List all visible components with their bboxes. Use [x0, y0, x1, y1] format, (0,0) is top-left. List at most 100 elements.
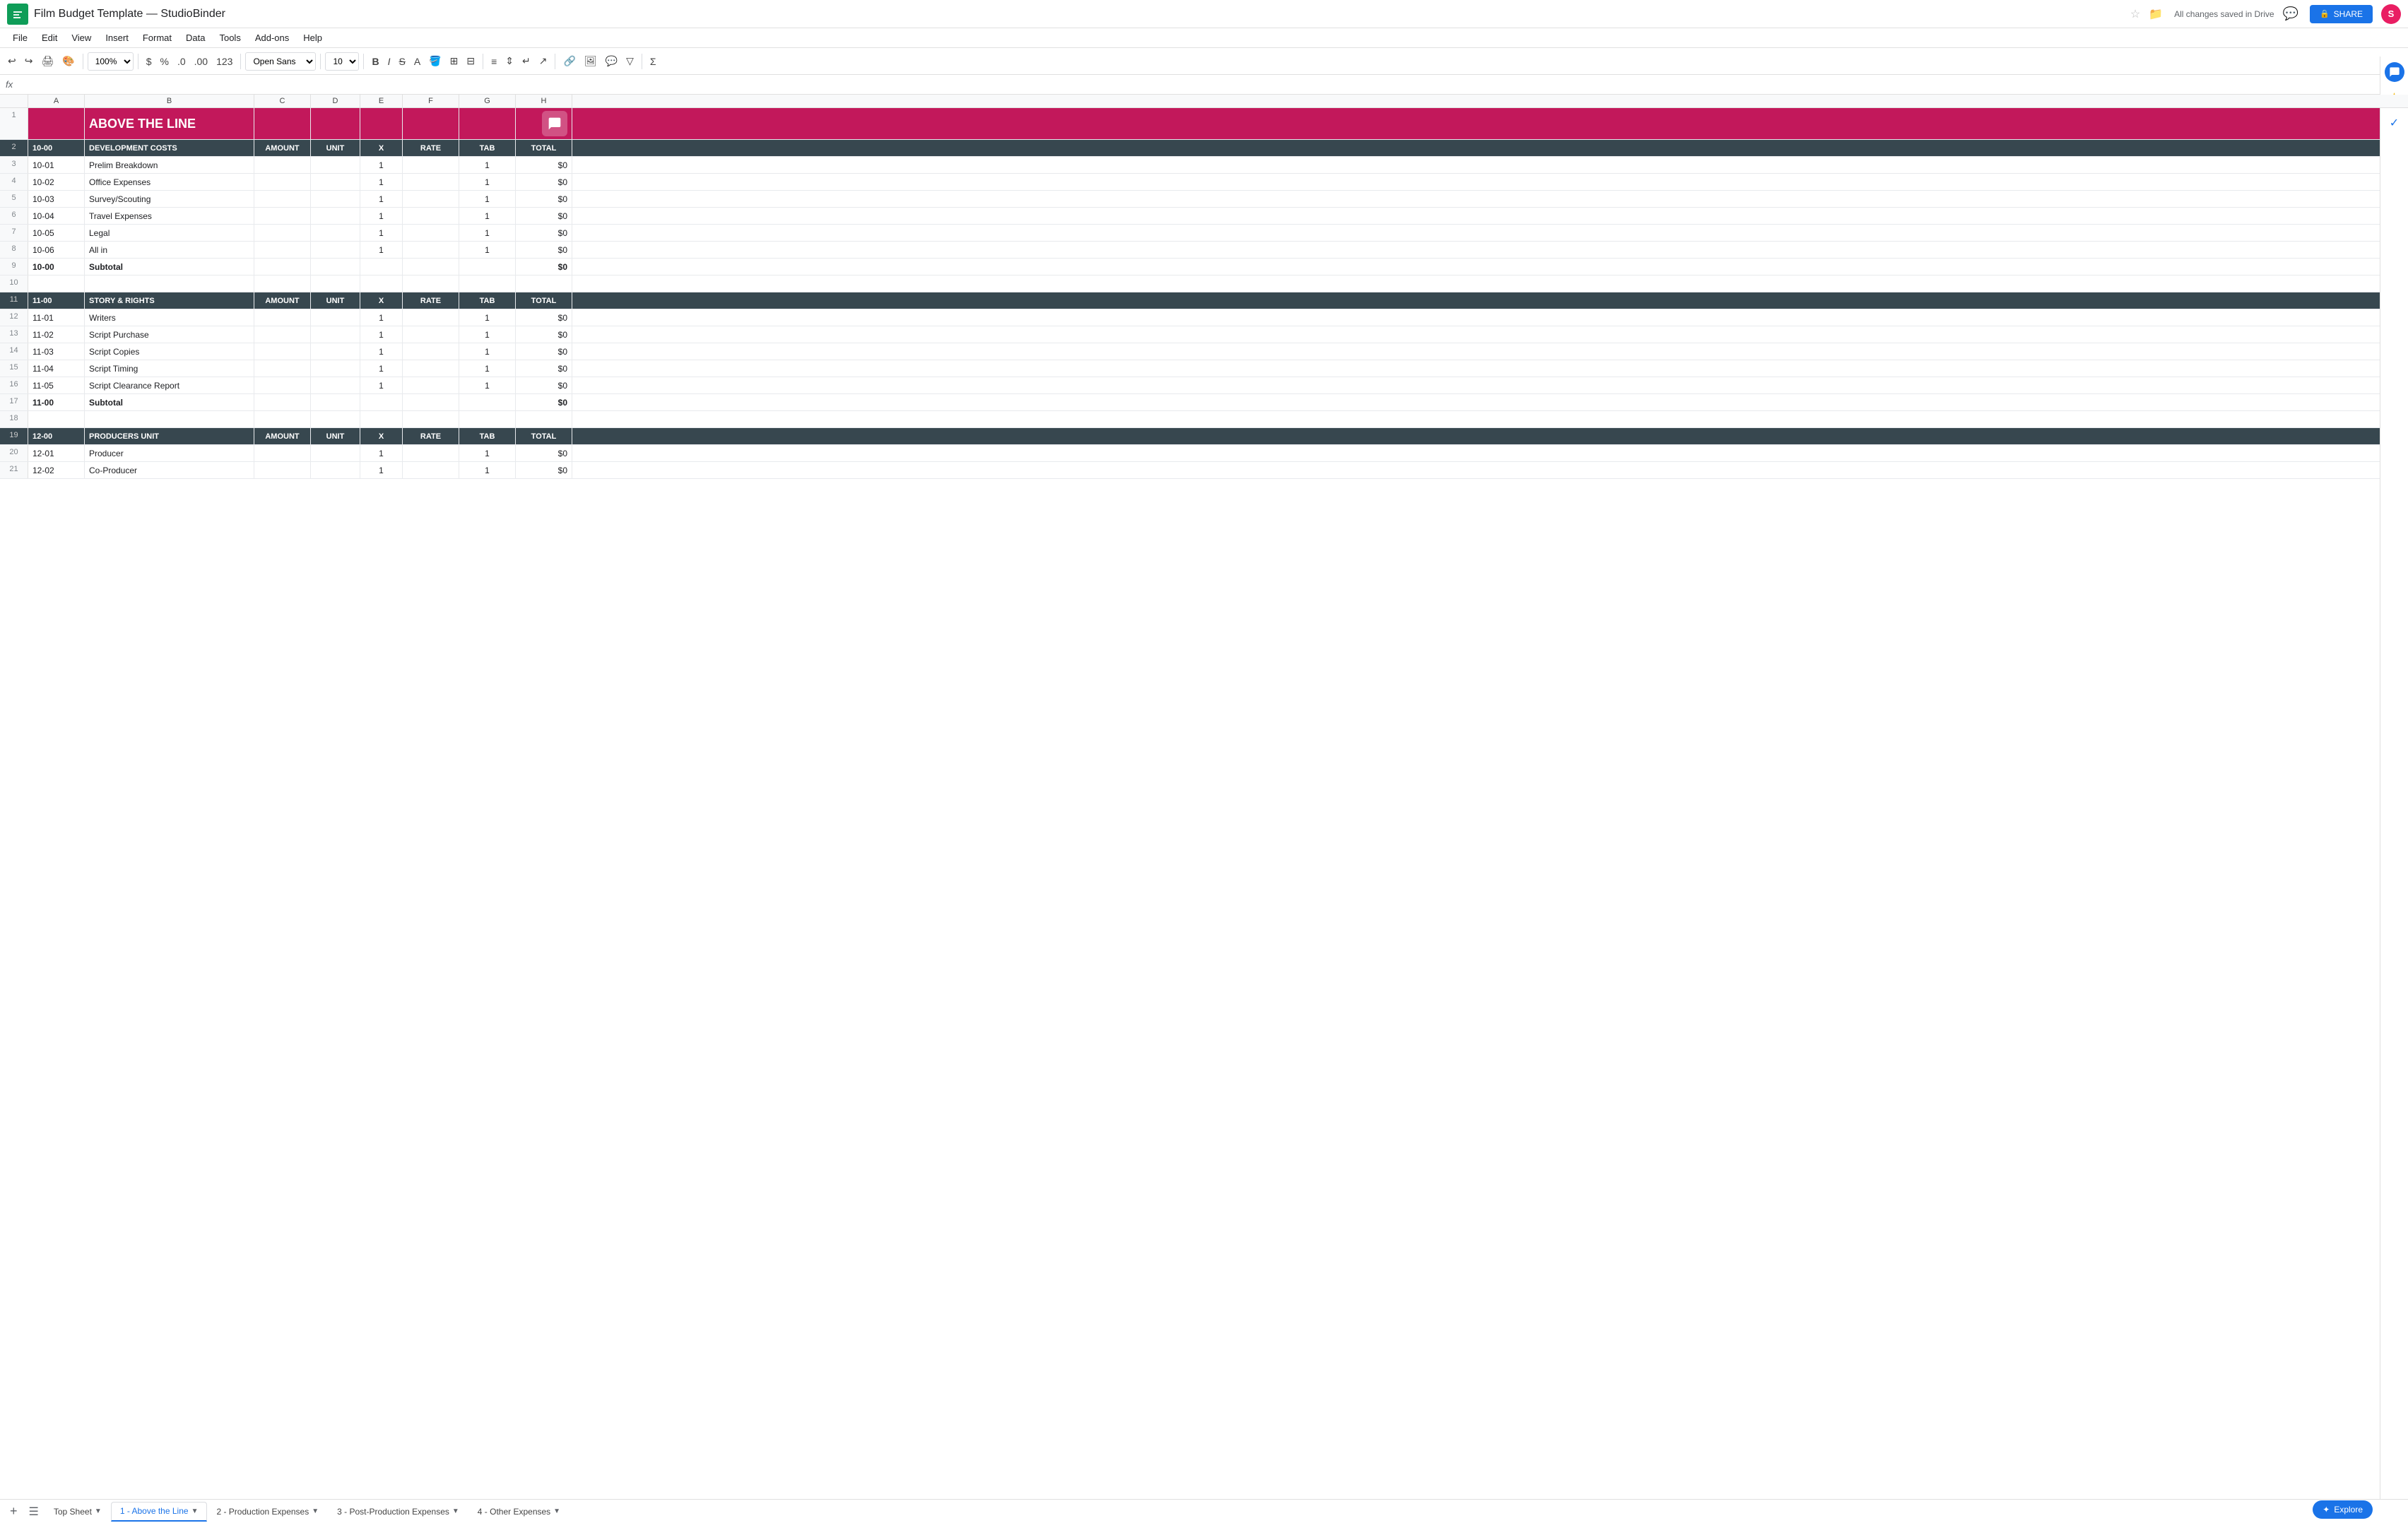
cell-14d[interactable]	[311, 343, 360, 360]
title-cell-d[interactable]	[311, 108, 360, 139]
cell-21b[interactable]: Co-Producer	[85, 462, 254, 478]
cell-6e[interactable]: 1	[360, 208, 403, 224]
cell-14g[interactable]: 1	[459, 343, 516, 360]
cell-2g[interactable]: TAB	[459, 140, 516, 156]
text-color-button[interactable]: A	[411, 53, 424, 70]
user-avatar[interactable]: S	[2381, 4, 2401, 24]
cell-15a[interactable]: 11-04	[28, 360, 85, 377]
cell-9h[interactable]: $0	[516, 259, 572, 275]
wrap-button[interactable]: ↵	[519, 52, 534, 70]
cell-4a[interactable]: 10-02	[28, 174, 85, 190]
title-cell-b[interactable]: ABOVE THE LINE	[85, 108, 254, 139]
tab-top-sheet[interactable]: Top Sheet ▼	[45, 1502, 111, 1522]
undo-button[interactable]: ↩	[4, 52, 20, 70]
menu-tools[interactable]: Tools	[213, 31, 246, 45]
menu-format[interactable]: Format	[137, 31, 177, 45]
cell-8a[interactable]: 10-06	[28, 242, 85, 258]
cell-19d[interactable]: UNIT	[311, 428, 360, 444]
cell-5f[interactable]	[403, 191, 459, 207]
cell-9c[interactable]	[254, 259, 311, 275]
cell-21c[interactable]	[254, 462, 311, 478]
col-header-a[interactable]: A	[28, 95, 85, 107]
cell-3c[interactable]	[254, 157, 311, 173]
cell-17g[interactable]	[459, 394, 516, 410]
cell-18b[interactable]	[85, 411, 254, 427]
cell-17b[interactable]: Subtotal	[85, 394, 254, 410]
font-size-select[interactable]: 1081214	[325, 52, 359, 71]
cell-7c[interactable]	[254, 225, 311, 241]
print-button[interactable]: 🖨	[37, 52, 57, 70]
tab-post-production[interactable]: 3 - Post-Production Expenses ▼	[328, 1502, 468, 1522]
cell-3a[interactable]: 10-01	[28, 157, 85, 173]
cell-11h[interactable]: TOTAL	[516, 292, 572, 309]
cell-2e[interactable]: X	[360, 140, 403, 156]
cell-8b[interactable]: All in	[85, 242, 254, 258]
cell-5d[interactable]	[311, 191, 360, 207]
cell-13a[interactable]: 11-02	[28, 326, 85, 343]
sheet-menu-button[interactable]: ☰	[23, 1502, 45, 1522]
cell-15c[interactable]	[254, 360, 311, 377]
cell-5a[interactable]: 10-03	[28, 191, 85, 207]
cell-4b[interactable]: Office Expenses	[85, 174, 254, 190]
cell-3g[interactable]: 1	[459, 157, 516, 173]
cell-19g[interactable]: TAB	[459, 428, 516, 444]
cell-9f[interactable]	[403, 259, 459, 275]
cell-14a[interactable]: 11-03	[28, 343, 85, 360]
panel-chat-icon[interactable]	[2385, 62, 2404, 82]
cell-11d[interactable]: UNIT	[311, 292, 360, 309]
folder-icon[interactable]: 📁	[2149, 7, 2163, 21]
cell-6c[interactable]	[254, 208, 311, 224]
menu-edit[interactable]: Edit	[36, 31, 63, 45]
cell-20f[interactable]	[403, 445, 459, 461]
title-cell-h[interactable]	[516, 108, 572, 139]
title-cell-a[interactable]	[28, 108, 85, 139]
cell-12b[interactable]: Writers	[85, 309, 254, 326]
cell-16a[interactable]: 11-05	[28, 377, 85, 393]
cell-14h[interactable]: $0	[516, 343, 572, 360]
bold-button[interactable]: B	[368, 53, 382, 70]
cell-4e[interactable]: 1	[360, 174, 403, 190]
cell-6h[interactable]: $0	[516, 208, 572, 224]
format-number-button[interactable]: 123	[213, 53, 236, 70]
cell-13d[interactable]	[311, 326, 360, 343]
cell-20a[interactable]: 12-01	[28, 445, 85, 461]
cell-16b[interactable]: Script Clearance Report	[85, 377, 254, 393]
cell-16c[interactable]	[254, 377, 311, 393]
zoom-select[interactable]: 100%75%125%	[88, 52, 134, 71]
cell-20d[interactable]	[311, 445, 360, 461]
col-header-c[interactable]: C	[254, 95, 311, 107]
cell-14c[interactable]	[254, 343, 311, 360]
cell-10g[interactable]	[459, 275, 516, 292]
cell-2d[interactable]: UNIT	[311, 140, 360, 156]
share-button[interactable]: 🔒 SHARE	[2310, 5, 2373, 23]
panel-check-icon[interactable]: ✓	[2385, 113, 2404, 133]
cell-13c[interactable]	[254, 326, 311, 343]
cell-15e[interactable]: 1	[360, 360, 403, 377]
cell-4f[interactable]	[403, 174, 459, 190]
cell-7h[interactable]: $0	[516, 225, 572, 241]
cell-5e[interactable]: 1	[360, 191, 403, 207]
borders-button[interactable]: ⊞	[447, 52, 462, 70]
cell-8h[interactable]: $0	[516, 242, 572, 258]
cell-19b[interactable]: PRODUCERS UNIT	[85, 428, 254, 444]
cell-8e[interactable]: 1	[360, 242, 403, 258]
cell-4d[interactable]	[311, 174, 360, 190]
merge-button[interactable]: ⊟	[463, 52, 478, 70]
cell-16d[interactable]	[311, 377, 360, 393]
add-sheet-button[interactable]: +	[4, 1501, 23, 1522]
link-button[interactable]: 🔗	[560, 52, 579, 70]
cell-12a[interactable]: 11-01	[28, 309, 85, 326]
cell-3e[interactable]: 1	[360, 157, 403, 173]
font-select[interactable]: Open SansArialTimes New Roman	[245, 52, 316, 71]
cell-21a[interactable]: 12-02	[28, 462, 85, 478]
cell-18h[interactable]	[516, 411, 572, 427]
cell-17e[interactable]	[360, 394, 403, 410]
currency-button[interactable]: $	[143, 53, 155, 70]
menu-help[interactable]: Help	[297, 31, 328, 45]
col-header-h[interactable]: H	[516, 95, 572, 107]
cell-12g[interactable]: 1	[459, 309, 516, 326]
cell-4h[interactable]: $0	[516, 174, 572, 190]
cell-5g[interactable]: 1	[459, 191, 516, 207]
cell-10c[interactable]	[254, 275, 311, 292]
col-header-b[interactable]: B	[85, 95, 254, 107]
